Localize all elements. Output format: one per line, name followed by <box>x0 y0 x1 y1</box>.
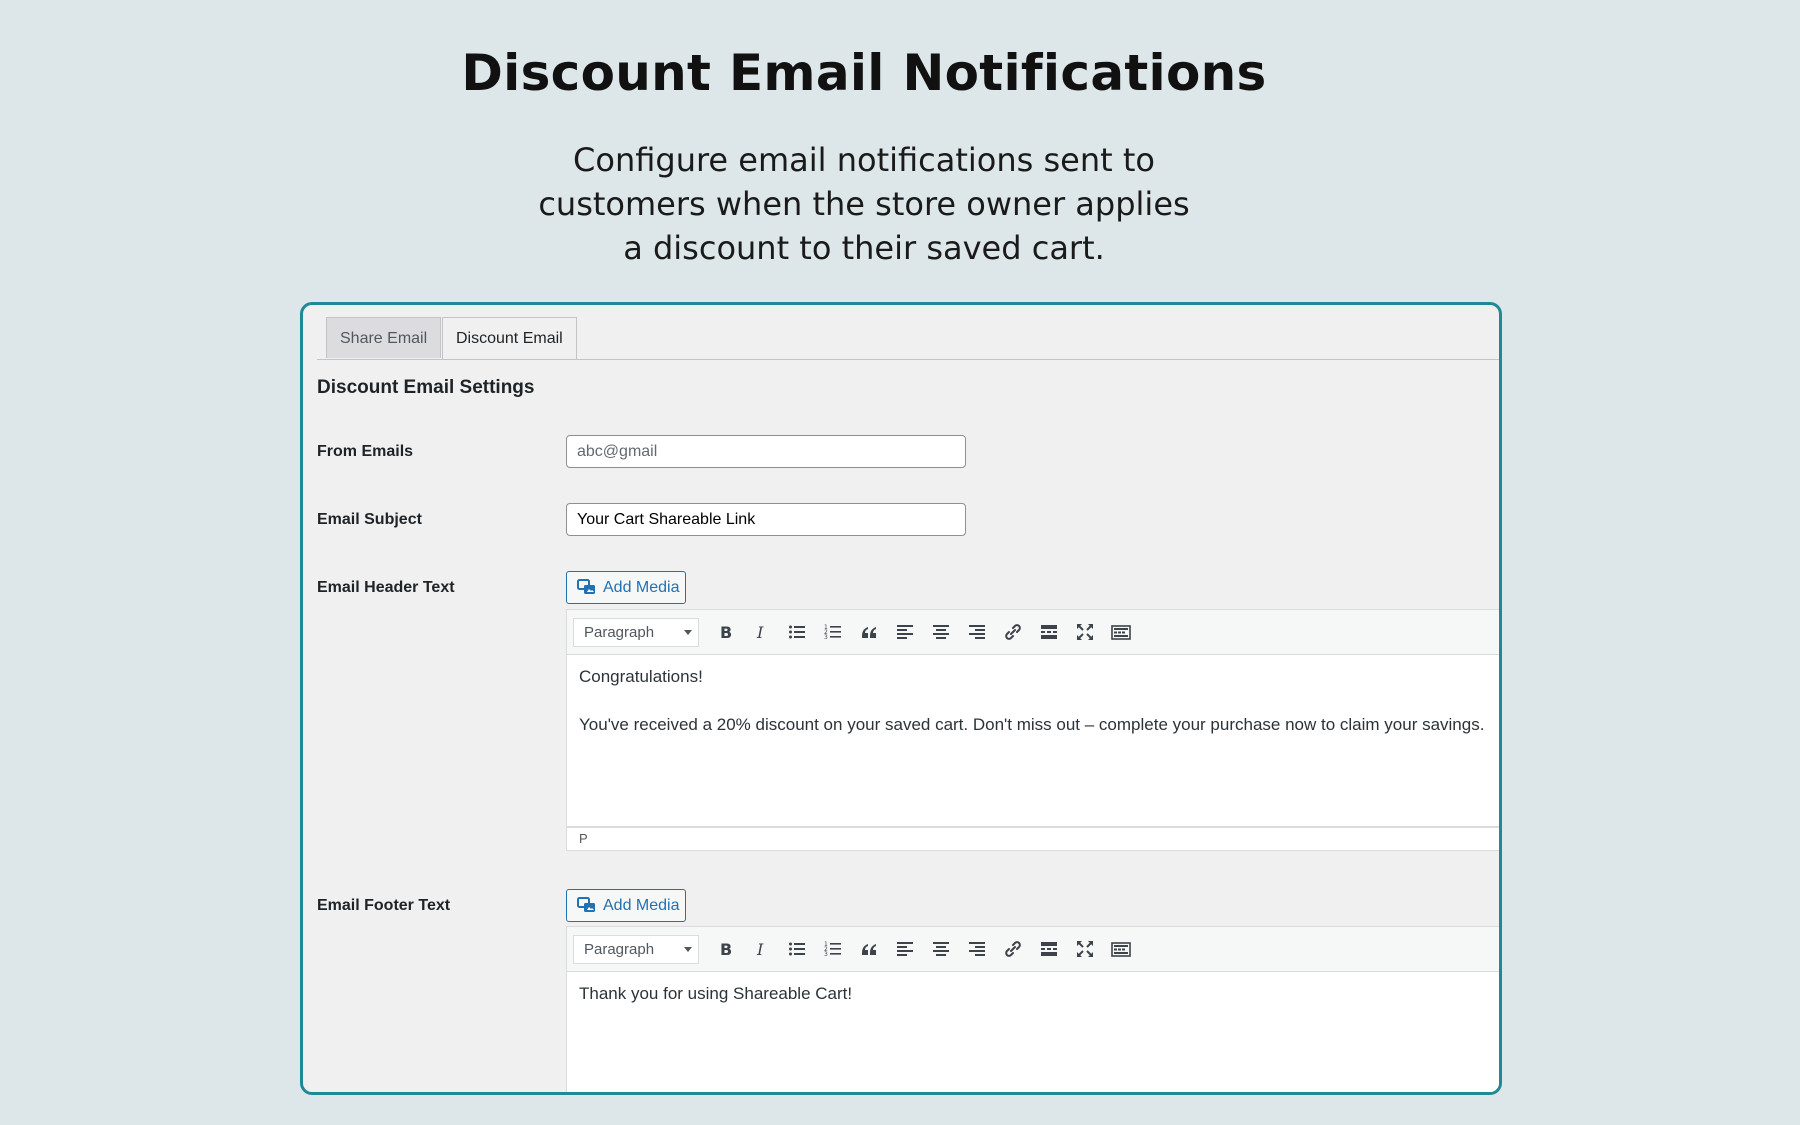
format-select-value: Paragraph <box>584 623 655 641</box>
read-more-icon[interactable] <box>1031 617 1067 647</box>
hero-subtitle-line: Configure email notifications sent to <box>573 141 1155 179</box>
editor-toolbar: Paragraph B I 123 <box>566 926 1499 972</box>
header-editor: Paragraph B I 123 Congratulations! You'v… <box>566 609 1499 851</box>
blockquote-icon[interactable] <box>851 617 887 647</box>
align-center-icon[interactable] <box>923 617 959 647</box>
tab-share-email[interactable]: Share Email <box>326 317 442 358</box>
align-left-icon[interactable] <box>887 934 923 964</box>
svg-text:B: B <box>720 623 732 642</box>
bold-icon[interactable]: B <box>707 617 743 647</box>
header-editor-content[interactable]: Congratulations! You've received a 20% d… <box>566 655 1499 827</box>
add-media-icon <box>577 896 597 916</box>
align-right-icon[interactable] <box>959 934 995 964</box>
add-media-label: Add Media <box>603 896 680 914</box>
editor-path-status: P <box>566 827 1499 851</box>
toolbar-toggle-icon[interactable] <box>1103 934 1139 964</box>
tab-discount-email[interactable]: Discount Email <box>442 317 577 359</box>
align-left-icon[interactable] <box>887 617 923 647</box>
link-icon[interactable] <box>995 617 1031 647</box>
add-media-label: Add Media <box>603 578 680 596</box>
italic-icon[interactable]: I <box>743 617 779 647</box>
bullet-list-icon[interactable] <box>779 934 815 964</box>
header-add-media-button[interactable]: Add Media <box>566 571 686 604</box>
align-right-icon[interactable] <box>959 617 995 647</box>
toolbar-toggle-icon[interactable] <box>1103 617 1139 647</box>
align-center-icon[interactable] <box>923 934 959 964</box>
from-emails-input[interactable] <box>566 435 966 468</box>
svg-text:I: I <box>756 623 764 642</box>
bold-icon[interactable]: B <box>707 934 743 964</box>
from-emails-label: From Emails <box>317 443 414 460</box>
editor-toolbar: Paragraph B I 123 <box>566 609 1499 655</box>
format-select[interactable]: Paragraph <box>573 934 699 964</box>
chevron-down-icon <box>684 946 692 952</box>
add-media-icon <box>577 578 597 598</box>
numbered-list-icon[interactable]: 123 <box>815 617 851 647</box>
format-select-value: Paragraph <box>584 940 655 958</box>
footer-editor: Paragraph B I 123 Thank you for using Sh… <box>566 926 1499 1092</box>
editor-paragraph: Congratulations! <box>579 667 703 686</box>
fullscreen-icon[interactable] <box>1067 617 1103 647</box>
blockquote-icon[interactable] <box>851 934 887 964</box>
link-icon[interactable] <box>995 934 1031 964</box>
numbered-list-icon[interactable]: 123 <box>815 934 851 964</box>
email-footer-label: Email Footer Text <box>317 897 451 914</box>
hero-title: Discount Email Notifications <box>461 44 1267 102</box>
hero-subtitle: Configure email notifications sent to cu… <box>0 138 1728 270</box>
footer-editor-content[interactable]: Thank you for using Shareable Cart! <box>566 972 1499 1092</box>
italic-icon[interactable]: I <box>743 934 779 964</box>
tab-bar: Share Email Discount Email <box>317 317 1499 360</box>
footer-add-media-button[interactable]: Add Media <box>566 889 686 922</box>
svg-text:I: I <box>756 940 764 959</box>
email-subject-label: Email Subject <box>317 511 422 528</box>
editor-paragraph: You've received a 20% discount on your s… <box>579 715 1485 734</box>
section-title: Discount Email Settings <box>317 377 535 398</box>
svg-text:3: 3 <box>824 951 828 958</box>
chevron-down-icon <box>684 629 692 635</box>
format-select[interactable]: Paragraph <box>573 617 699 647</box>
settings-panel: Share Email Discount Email Discount Emai… <box>300 302 1502 1095</box>
svg-text:3: 3 <box>824 634 828 641</box>
bullet-list-icon[interactable] <box>779 617 815 647</box>
hero-subtitle-line: a discount to their saved cart. <box>623 229 1105 267</box>
email-subject-input[interactable] <box>566 503 966 536</box>
hero-subtitle-line: customers when the store owner applies <box>538 185 1190 223</box>
email-header-label: Email Header Text <box>317 579 455 596</box>
fullscreen-icon[interactable] <box>1067 934 1103 964</box>
editor-paragraph: Thank you for using Shareable Cart! <box>579 984 853 1003</box>
read-more-icon[interactable] <box>1031 934 1067 964</box>
svg-text:B: B <box>720 940 732 959</box>
